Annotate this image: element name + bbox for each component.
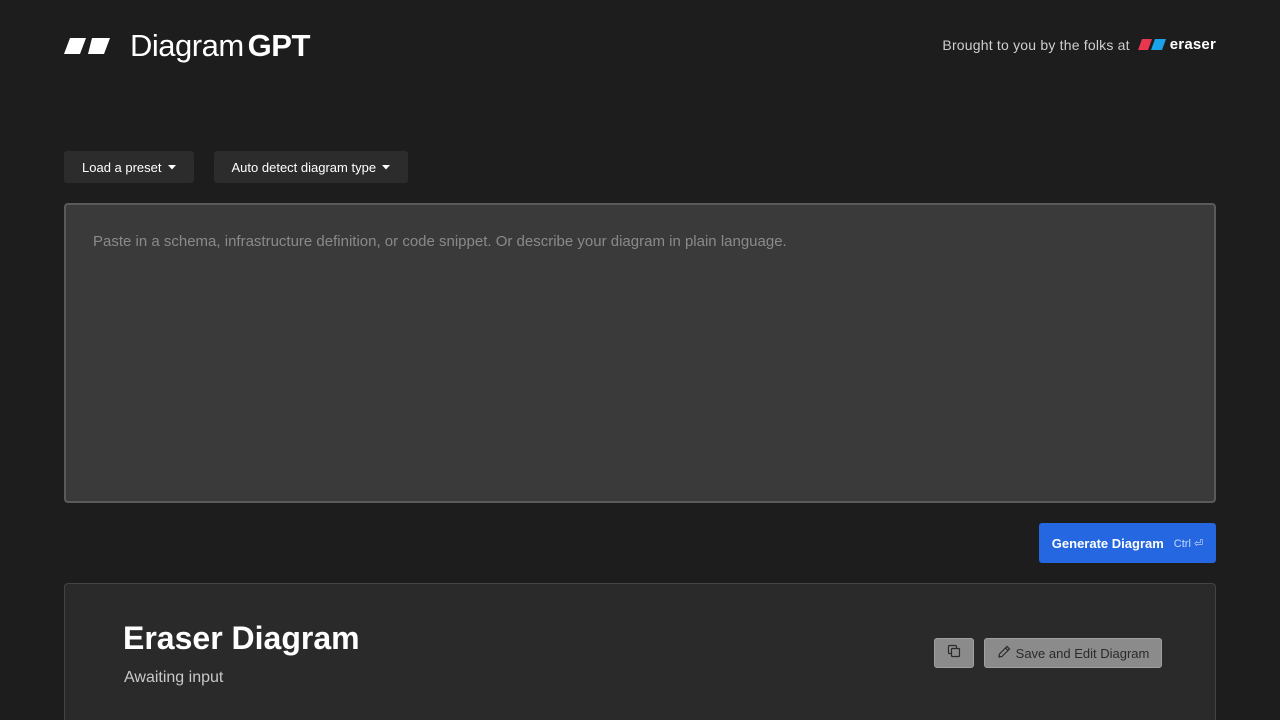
app-logo[interactable]: Diagram GPT — [64, 28, 310, 64]
diagram-type-label: Auto detect diagram type — [231, 159, 377, 175]
load-preset-dropdown[interactable]: Load a preset — [64, 151, 194, 183]
diagram-output-panel: Eraser Diagram Awaiting input Save and E… — [64, 583, 1216, 720]
save-and-edit-label: Save and Edit Diagram — [1015, 645, 1150, 661]
diagramgpt-logo-icon — [64, 38, 110, 54]
credit-text: Brought to you by the folks at — [942, 36, 1130, 53]
output-title: Eraser Diagram — [123, 620, 360, 656]
output-status: Awaiting input — [124, 669, 224, 686]
caret-down-icon — [382, 163, 391, 172]
app-title: Diagram GPT — [130, 28, 310, 64]
eraser-logo-icon — [1137, 39, 1166, 50]
eraser-credit[interactable]: Brought to you by the folks at eraser — [942, 36, 1216, 53]
copy-icon — [947, 644, 961, 663]
generate-shortcut: Ctrl ⏎ — [1173, 537, 1204, 550]
app-title-bold: GPT — [247, 28, 311, 63]
diagram-input-container — [64, 203, 1216, 503]
generate-diagram-button[interactable]: Generate Diagram Ctrl ⏎ — [1039, 523, 1216, 563]
page: Diagram GPT Brought to you by the folks … — [0, 0, 1280, 720]
load-preset-label: Load a preset — [82, 159, 162, 175]
pencil-icon — [997, 645, 1016, 662]
save-and-edit-button[interactable]: Save and Edit Diagram — [984, 638, 1162, 668]
generate-label: Generate Diagram — [1051, 535, 1164, 551]
app-title-light: Diagram — [130, 28, 244, 63]
eraser-brand-name: eraser — [1169, 36, 1216, 53]
copy-button[interactable] — [934, 638, 974, 668]
diagram-type-dropdown[interactable]: Auto detect diagram type — [213, 151, 409, 183]
diagram-input[interactable] — [66, 205, 1214, 501]
controls-bar: Load a preset Auto detect diagram type — [64, 151, 409, 183]
caret-down-icon — [167, 163, 176, 172]
